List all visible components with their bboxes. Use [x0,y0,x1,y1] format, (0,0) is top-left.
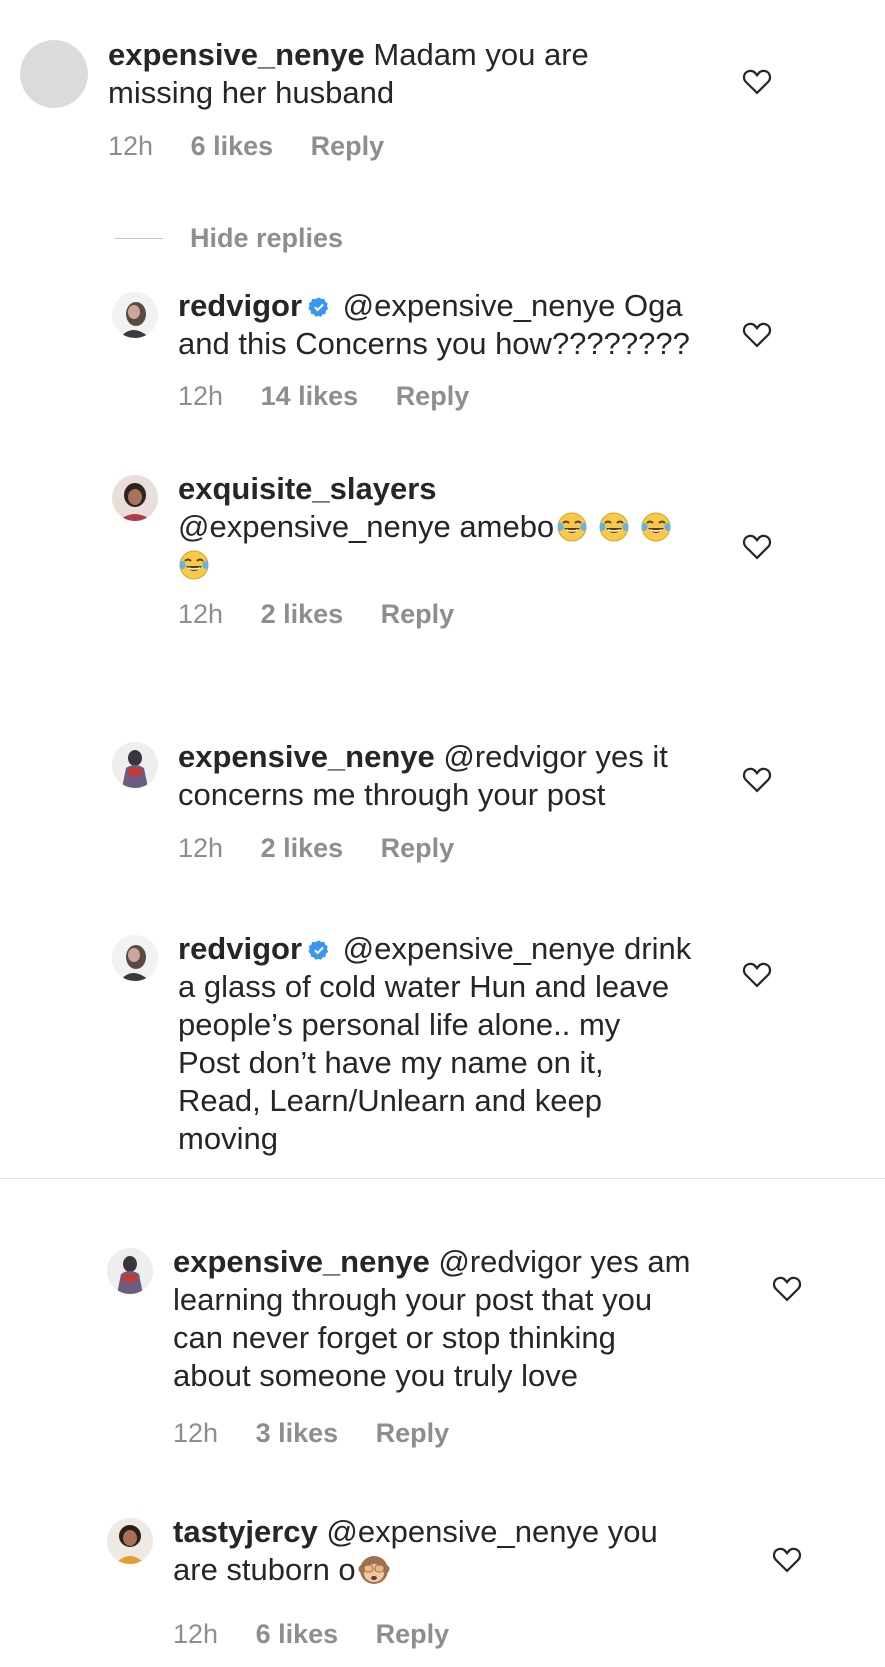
likes-count[interactable]: 2 likes [261,832,344,864]
hide-replies-line [115,238,163,239]
comment-mention[interactable]: @redvigor [443,739,586,774]
comment-body: concerns me through your post [178,777,606,812]
like-heart-icon[interactable] [742,765,772,793]
comment-text: exquisite_slayers @expensive_nenye amebo [178,470,738,584]
tears-of-joy-emoji-icon [178,549,210,581]
avatar[interactable] [107,1518,153,1564]
avatar[interactable] [112,935,158,981]
comment-text: expensive_nenye @redvigor yes am learnin… [173,1243,738,1395]
comment-time: 12h [178,599,224,629]
reply-button[interactable]: Reply [376,1417,450,1449]
comment-mention[interactable]: @expensive_nenye [343,931,616,966]
hide-replies-label[interactable]: Hide replies [190,222,343,254]
comment-username[interactable]: expensive_nenye [108,37,365,72]
reply-button[interactable]: Reply [381,598,455,630]
avatar[interactable] [112,292,158,338]
likes-count[interactable]: 6 likes [256,1618,339,1650]
comment-body: amebo [459,509,555,544]
tears-of-joy-emoji-icon [556,511,588,543]
likes-count[interactable]: 2 likes [261,598,344,630]
comment-text: expensive_nenye @redvigor yes it concern… [178,738,738,814]
comment-body: a glass of cold water Hun and leave [178,969,670,1004]
comment-mention[interactable]: @expensive_nenye [178,509,451,544]
comment-username[interactable]: tastyjercy [173,1514,318,1549]
comment-username[interactable]: redvigor [178,288,302,323]
comment-mention[interactable]: @expensive_nenye [326,1514,599,1549]
comment-meta: 12h 3 likes Reply [173,1417,479,1449]
comment-time: 12h [178,381,224,411]
verified-badge-icon [308,939,330,961]
avatar[interactable] [20,40,88,108]
avatar[interactable] [112,475,158,521]
tears-of-joy-emoji-icon [640,511,672,543]
comment-text: redvigor @expensive_nenye drink a glass … [178,930,738,1158]
comment-body: can never forget or stop thinking [173,1320,616,1355]
comment-body: moving [178,1121,278,1156]
screenshot-divider [0,1178,885,1179]
comment-time: 12h [178,833,224,863]
comment-username[interactable]: redvigor [178,931,302,966]
see-no-evil-monkey-emoji-icon [358,1554,390,1586]
comment-body: about someone you truly love [173,1358,578,1393]
like-heart-icon[interactable] [742,960,772,988]
comment-mention[interactable]: @redvigor [438,1244,581,1279]
reply-button[interactable]: Reply [396,380,470,412]
comment-text: expensive_nenye Madam you are missing he… [108,36,758,112]
comment-body: Post don’t have my name on it, [178,1045,604,1080]
comment-body: are stuborn o [173,1552,356,1587]
avatar[interactable] [107,1248,153,1294]
comment-body: Read, Learn/Unlearn and keep [178,1083,602,1118]
comment-meta: 12h 2 likes Reply [178,598,484,630]
comment-username[interactable]: expensive_nenye [173,1244,430,1279]
comment-time: 12h [173,1418,219,1448]
comment-body: and this Concerns you how???????? [178,326,690,361]
likes-count[interactable]: 3 likes [256,1417,339,1449]
comment-meta: 12h 14 likes Reply [178,380,499,412]
like-heart-icon[interactable] [772,1274,802,1302]
comment-time: 12h [108,131,154,161]
comment-time: 12h [173,1619,219,1649]
comment-meta: 12h 6 likes Reply [173,1618,479,1650]
comment-body: people’s personal life alone.. my [178,1007,621,1042]
like-heart-icon[interactable] [772,1545,802,1573]
comment-body: Madam you are [373,37,589,72]
comment-body: learning through your post that you [173,1282,653,1317]
like-heart-icon[interactable] [742,320,772,348]
reply-button[interactable]: Reply [376,1618,450,1650]
comment-body: yes it [595,739,668,774]
comment-mention[interactable]: @expensive_nenye [343,288,616,323]
reply-button[interactable]: Reply [381,832,455,864]
comment-body: missing her husband [108,75,395,110]
comment-body: Oga [624,288,683,323]
likes-count[interactable]: 6 likes [191,130,274,162]
comment-body: you [607,1514,658,1549]
like-heart-icon[interactable] [742,67,772,95]
comment-meta: 12h 6 likes Reply [108,130,414,162]
likes-count[interactable]: 14 likes [261,380,359,412]
comment-meta: 12h 2 likes Reply [178,832,484,864]
tears-of-joy-emoji-icon [598,511,630,543]
comment-text: redvigor @expensive_nenye Oga and this C… [178,287,738,363]
comment-username[interactable]: exquisite_slayers [178,471,437,506]
verified-badge-icon [308,296,330,318]
avatar[interactable] [112,742,158,788]
reply-button[interactable]: Reply [311,130,385,162]
comment-body: yes am [590,1244,691,1279]
comment-username[interactable]: expensive_nenye [178,739,435,774]
comment-body: drink [624,931,692,966]
comment-text: tastyjercy @expensive_nenye you are stub… [173,1513,738,1589]
like-heart-icon[interactable] [742,532,772,560]
